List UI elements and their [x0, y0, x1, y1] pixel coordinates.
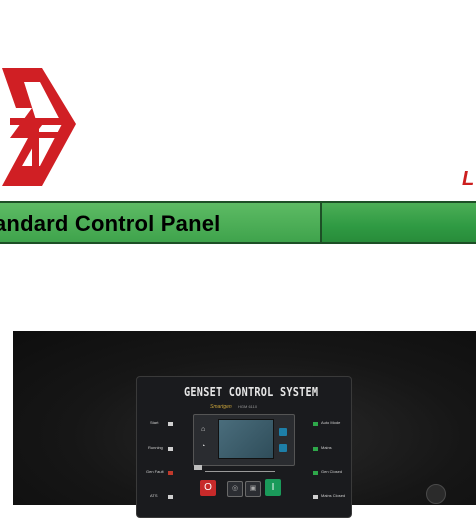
breaker-line: [205, 471, 275, 472]
panel-title: GENSET CONTROL SYSTEM: [184, 385, 319, 399]
left-led-3: [168, 471, 173, 475]
auto-mode-button: ▣: [245, 481, 261, 497]
left-led-4: [168, 495, 173, 499]
panel-model: HGM 6110: [238, 404, 258, 409]
left-label-2: Running: [148, 445, 163, 450]
right-label-4: Mains Closed: [321, 493, 346, 498]
left-label-1: Start: [150, 420, 159, 425]
company-logo: [2, 68, 76, 186]
left-label-3: Gen Fault: [146, 469, 164, 474]
left-led-2: [168, 447, 173, 451]
lcd-up-icon: ⌂: [201, 426, 206, 433]
manual-mode-button: ◎: [227, 481, 243, 497]
right-label-3: Gen Closed: [321, 469, 343, 474]
panel-brand: Smartgen: [210, 404, 232, 410]
corner-mark-letter: L: [462, 168, 475, 190]
lcd-timer-icon: ◔: [201, 443, 206, 450]
section-title: andard Control Panel: [0, 211, 221, 236]
start-button: I: [265, 479, 281, 496]
left-led-1: [168, 422, 173, 426]
generator-icon: [194, 465, 202, 470]
stop-button: O: [200, 480, 216, 496]
right-label-2: Mains: [321, 445, 332, 450]
scroll-up-button: [279, 428, 287, 436]
right-led-3: [313, 471, 318, 475]
right-led-4: [313, 495, 318, 499]
lcd-screen: [218, 419, 274, 459]
emergency-knob-icon: [426, 484, 446, 504]
left-label-4: ATS: [150, 493, 158, 498]
scroll-down-button: [279, 444, 287, 452]
right-label-1: Auto Mode: [321, 420, 341, 425]
right-led-2: [313, 447, 318, 451]
right-led-1: [313, 422, 318, 426]
